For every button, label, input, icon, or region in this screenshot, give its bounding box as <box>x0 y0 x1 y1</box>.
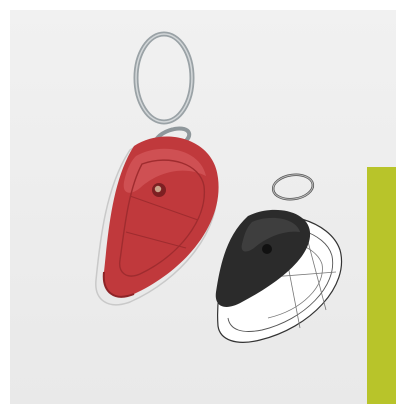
product-image-frame <box>0 0 408 414</box>
accent-bar <box>367 167 396 404</box>
black-tag-keyring-icon <box>271 173 315 201</box>
product-photo <box>10 10 396 404</box>
red-keyfinder-tag-icon <box>95 136 219 306</box>
black-keyfinder-tag-icon <box>215 209 343 343</box>
red-tag-keyring-icon <box>133 31 195 152</box>
keyfinder-illustration <box>95 31 343 343</box>
